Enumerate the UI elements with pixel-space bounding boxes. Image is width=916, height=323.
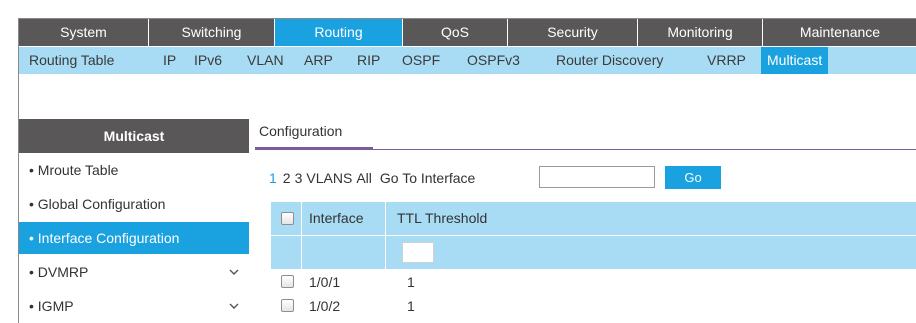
sidebar-item-mroute-table[interactable]: • Mroute Table: [19, 154, 249, 187]
tab-monitoring[interactable]: Monitoring: [638, 19, 763, 46]
table-header: Interface TTL Threshold: [271, 202, 916, 235]
sidebar-item-igmp[interactable]: • IGMP: [19, 290, 249, 323]
sidebar-item-label: • DVMRP: [29, 264, 89, 280]
sidebar-item-global-configuration[interactable]: • Global Configuration: [19, 188, 249, 221]
subnav-ipv6[interactable]: IPv6: [194, 47, 222, 74]
subnav-routing-table[interactable]: Routing Table: [29, 47, 114, 74]
subnav-rip[interactable]: RIP: [357, 47, 380, 74]
table-row[interactable]: 1/0/1 1: [271, 271, 916, 293]
subnav-vlan[interactable]: VLAN: [247, 47, 284, 74]
sidebar-item-label: • Global Configuration: [29, 196, 166, 212]
table-row[interactable]: 1/0/2 1: [271, 295, 916, 317]
subnav-ip[interactable]: IP: [163, 47, 176, 74]
tab-qos[interactable]: QoS: [403, 19, 508, 46]
pager: 1 2 3 VLANS All Go To Interface: [269, 170, 481, 186]
tab-maintenance[interactable]: Maintenance: [763, 19, 916, 46]
page-link-3[interactable]: 3: [295, 170, 303, 186]
sidebar-item-label: • IGMP: [29, 298, 74, 314]
tab-divider: [255, 149, 916, 150]
app-frame: System Switching Routing QoS Security Mo…: [18, 18, 916, 323]
sidebar-item-label: • Mroute Table: [29, 162, 119, 178]
sidebar-item-interface-configuration[interactable]: • Interface Configuration: [19, 222, 249, 255]
subnav-arp[interactable]: ARP: [304, 47, 333, 74]
column-divider: [385, 236, 386, 269]
subnav-vrrp[interactable]: VRRP: [707, 47, 746, 74]
sidebar-title: Multicast: [19, 119, 249, 153]
goto-interface-label: Go To Interface: [379, 170, 476, 186]
cell-ttl-threshold: 1: [407, 298, 415, 314]
page-link-all[interactable]: All: [356, 170, 372, 186]
page-link-2[interactable]: 2: [283, 170, 291, 186]
select-all-checkbox[interactable]: [281, 212, 294, 225]
cell-interface: 1/0/2: [309, 298, 341, 314]
subnav-router-discovery[interactable]: Router Discovery: [556, 47, 663, 74]
sidebar-item-label: • Interface Configuration: [29, 230, 180, 246]
subnav-ospf[interactable]: OSPF: [402, 47, 440, 74]
table-edit-row: [271, 236, 916, 269]
cell-ttl-threshold: 1: [407, 274, 415, 290]
go-button[interactable]: Go: [665, 166, 721, 189]
ttl-threshold-input[interactable]: [402, 242, 434, 263]
top-nav: System Switching Routing QoS Security Mo…: [19, 19, 916, 46]
tab-security[interactable]: Security: [508, 19, 638, 46]
column-divider: [385, 202, 386, 235]
column-divider: [301, 236, 302, 269]
tab-system[interactable]: System: [19, 19, 149, 46]
cell-interface: 1/0/1: [309, 274, 341, 290]
tab-switching[interactable]: Switching: [149, 19, 275, 46]
header-ttl-threshold[interactable]: TTL Threshold: [397, 202, 487, 235]
chevron-down-icon: [229, 290, 239, 323]
page-link-1[interactable]: 1: [269, 170, 277, 186]
header-interface[interactable]: Interface: [309, 202, 363, 235]
row-checkbox[interactable]: [281, 275, 294, 288]
goto-interface-input[interactable]: [539, 166, 655, 188]
subnav-multicast[interactable]: Multicast: [761, 47, 829, 74]
sidebar-item-dvmrp[interactable]: • DVMRP: [19, 256, 249, 289]
sub-nav: Routing Table IP IPv6 VLAN ARP RIP OSPF …: [19, 46, 916, 74]
tab-routing[interactable]: Routing: [275, 19, 403, 46]
subnav-ospfv3[interactable]: OSPFv3: [467, 47, 520, 74]
row-checkbox[interactable]: [281, 299, 294, 312]
column-divider: [301, 202, 302, 235]
page-link-vlans[interactable]: VLANS: [306, 170, 352, 186]
tab-configuration[interactable]: Configuration: [259, 123, 342, 139]
